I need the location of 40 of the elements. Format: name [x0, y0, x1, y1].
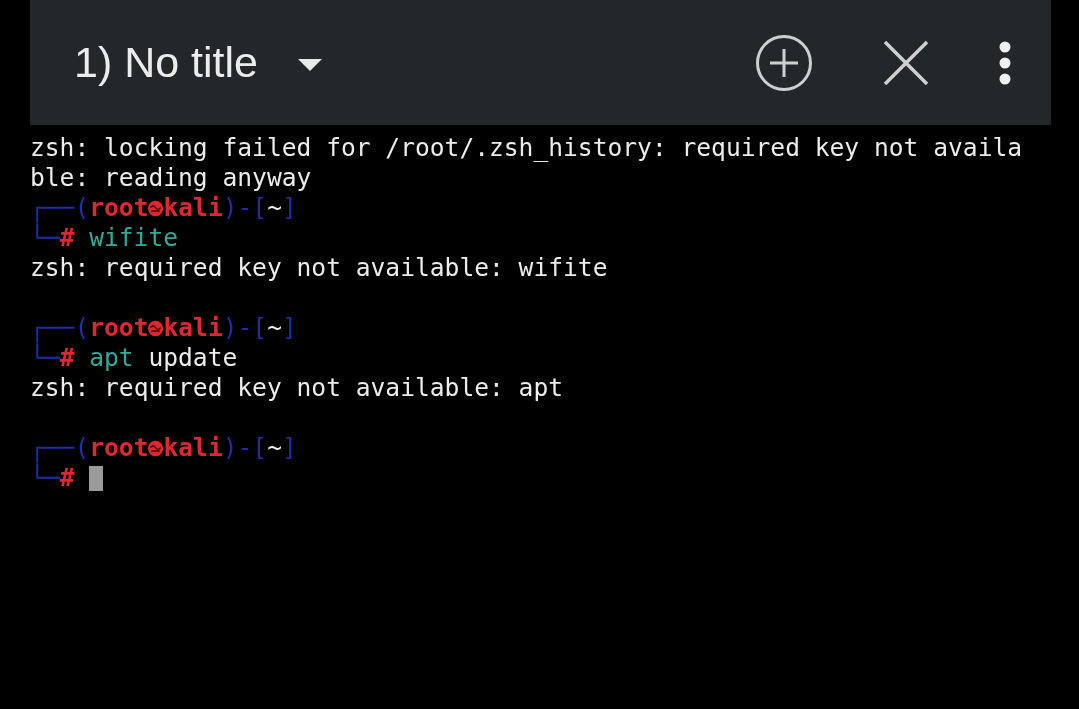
prompt-frame: └─ [30, 463, 60, 493]
prompt-frame: └─ [30, 223, 60, 253]
prompt-user: # [59, 223, 75, 253]
prompt-frame: )-[ [222, 313, 268, 343]
prompt-frame: ┌──( [30, 193, 90, 223]
terminal-text: ~ [267, 193, 282, 223]
prompt-frame: ] [281, 313, 297, 343]
terminal-text: zsh: locking failed for /root/.zsh_history: required key not availa [30, 133, 1023, 163]
terminal-text: zsh: required key not available: wifite [30, 253, 608, 283]
cursor [89, 465, 104, 491]
prompt-user: # [59, 343, 75, 373]
terminal-text: zsh: required key not available: apt [30, 373, 564, 403]
prompt-user: # [59, 463, 75, 493]
terminal-text: ~ [267, 313, 282, 343]
prompt-frame: └─ [30, 343, 60, 373]
prompt-frame: ┌──( [30, 313, 90, 343]
prompt-user: kali [163, 193, 223, 223]
prompt-user: root [89, 313, 149, 343]
prompt-frame: ] [281, 193, 297, 223]
tab-title[interactable]: 1) No title [74, 38, 258, 87]
command-name: wifite [89, 223, 179, 253]
terminal-text: update [147, 343, 238, 373]
prompt-user: kali [163, 433, 223, 463]
emblem-icon [147, 439, 165, 457]
prompt-frame: )-[ [222, 193, 268, 223]
terminal-text: ~ [267, 433, 282, 463]
prompt-frame: ] [281, 433, 297, 463]
prompt-user: root [89, 433, 149, 463]
prompt-frame: )-[ [222, 433, 268, 463]
prompt-user: kali [163, 313, 223, 343]
emblem-icon [147, 199, 165, 217]
dropdown-caret-icon[interactable] [298, 58, 322, 71]
emblem-icon [147, 319, 165, 337]
more-icon[interactable] [999, 40, 1011, 85]
add-icon[interactable] [755, 33, 813, 92]
prompt-frame: ┌──( [30, 433, 90, 463]
close-icon[interactable] [883, 39, 929, 86]
command-name: apt [89, 343, 134, 373]
terminal-text: ble: reading anyway [30, 163, 312, 193]
prompt-user: root [89, 193, 149, 223]
